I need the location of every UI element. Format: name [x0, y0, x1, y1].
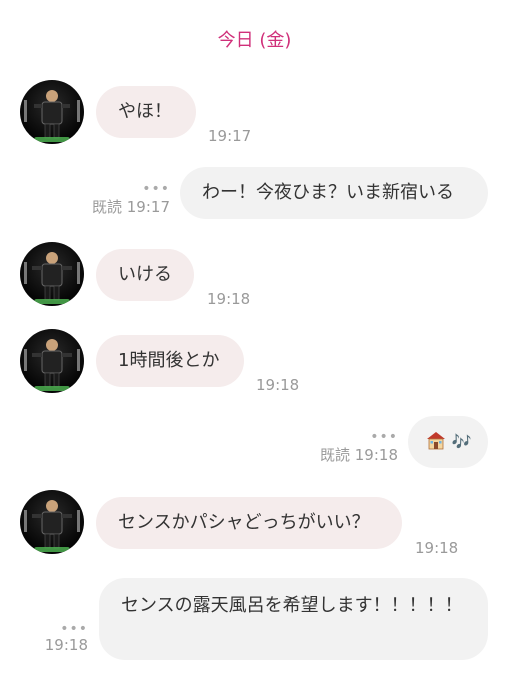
read-status: ••• 既読 19:17	[80, 182, 170, 217]
more-dots-icon[interactable]: •••	[306, 430, 398, 444]
date-header: 今日 (金)	[217, 30, 292, 51]
message-time: 19:18	[415, 539, 459, 557]
avatar[interactable]	[20, 80, 84, 144]
message-text: センスの露天風呂を希望します！！！！！	[121, 595, 463, 616]
message-text: 1時間後とか	[118, 350, 220, 371]
message-bubble-outgoing[interactable]: 🎶	[408, 416, 488, 468]
message-text: センスかパシャどっちがいい？	[118, 512, 370, 533]
message-bubble-incoming[interactable]: 1時間後とか	[96, 335, 244, 387]
avatar-grass	[34, 386, 70, 391]
avatar-figure-icon	[24, 339, 80, 388]
message-bubble-outgoing[interactable]: わー！今夜ひま？いま新宿いる	[180, 167, 488, 219]
message-bubble-outgoing[interactable]: センスの露天風呂を希望します！！！！！	[99, 578, 488, 660]
message-text: やほ！	[118, 101, 172, 122]
message-time: 19:18	[354, 446, 398, 464]
message-time: 19:18	[256, 376, 300, 394]
message-time: 19:17	[126, 198, 170, 216]
avatar-grass	[34, 299, 70, 304]
more-dots-icon[interactable]: •••	[30, 622, 88, 636]
message-time: 19:18	[44, 636, 88, 654]
message-bubble-incoming[interactable]: センスかパシャどっちがいい？	[96, 497, 402, 549]
avatar-grass	[34, 547, 70, 552]
message-bubble-incoming[interactable]: いける	[96, 249, 194, 301]
read-status: ••• 既読 19:18	[306, 430, 398, 465]
avatar[interactable]	[20, 242, 84, 306]
read-label: 既読	[91, 198, 122, 216]
avatar-figure-icon	[24, 90, 80, 139]
message-time: 19:17	[208, 127, 252, 145]
message-text: いける	[118, 264, 172, 285]
message-bubble-incoming[interactable]: やほ！	[96, 86, 196, 138]
avatar-grass	[34, 137, 70, 142]
message-time: 19:18	[207, 290, 251, 308]
read-status: ••• 19:18	[30, 622, 88, 654]
house-icon	[427, 432, 445, 450]
avatar-figure-icon	[24, 252, 80, 301]
read-label: 既読	[319, 446, 350, 464]
avatar-figure-icon	[24, 500, 80, 549]
more-dots-icon[interactable]: •••	[80, 182, 170, 196]
avatar[interactable]	[20, 490, 84, 554]
avatar[interactable]	[20, 329, 84, 393]
notes-emoji: 🎶	[451, 432, 472, 451]
message-text: わー！今夜ひま？いま新宿いる	[202, 182, 454, 203]
